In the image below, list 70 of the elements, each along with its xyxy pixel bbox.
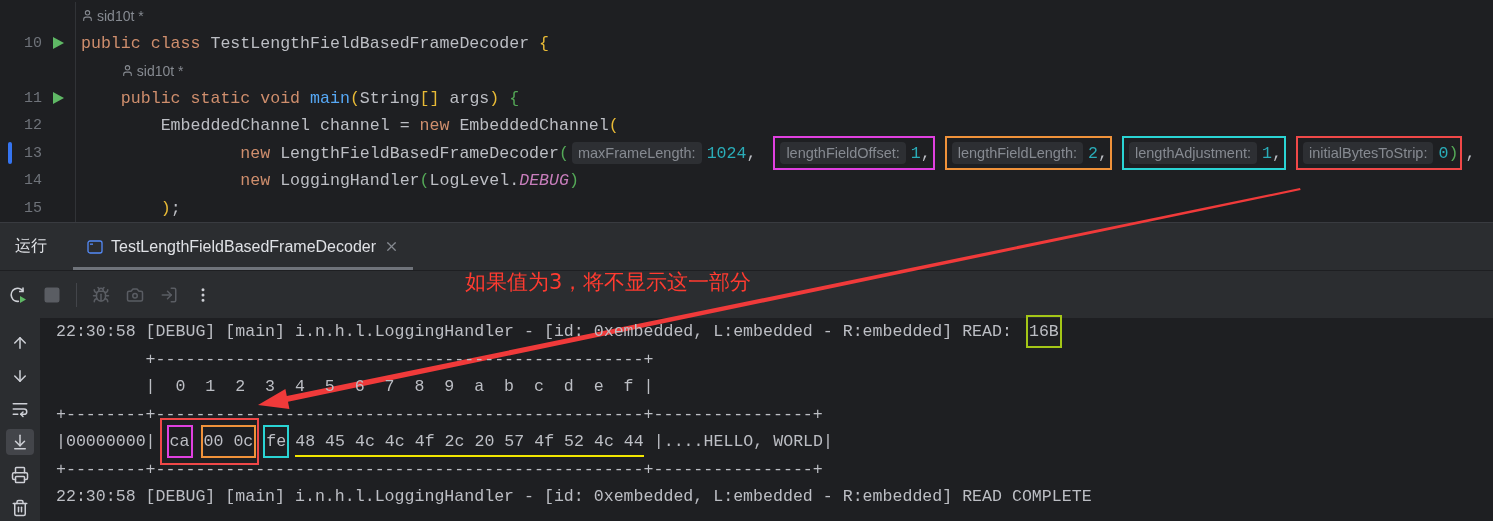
code-bracket: (: [349, 88, 360, 108]
code-text: DEBUG: [519, 171, 569, 191]
code-text: EmbeddedChannel channel =: [159, 116, 411, 136]
console-text: +--------+-------------------------------------------------+----------------+: [56, 459, 823, 479]
author-hint[interactable]: sid10t *: [120, 62, 184, 79]
author-hint[interactable]: sid10t *: [81, 7, 144, 24]
code-text: ,: [746, 143, 758, 163]
line-number: 13: [23, 144, 42, 162]
parameter-hint: lengthFieldOffset:: [780, 142, 906, 165]
code-text: ,: [1465, 143, 1476, 163]
highlighted-bytes: ca: [166, 425, 193, 459]
scroll-to-end-icon[interactable]: [6, 429, 34, 455]
console-text: +--------+-------------------------------------------------+----------------+: [56, 404, 823, 424]
panel-title: 运行: [14, 236, 48, 256]
code-text: LoggingHandler: [279, 171, 420, 191]
code-bracket: ): [159, 198, 171, 218]
line-number: 11: [23, 89, 42, 107]
code-text: 2: [1088, 143, 1098, 163]
code-text: 1024: [706, 143, 747, 163]
code-text: args: [448, 88, 490, 108]
highlighted-bytes: fe: [263, 425, 290, 459]
code-text: EmbeddedChannel: [458, 116, 609, 136]
console-text: |....HELLO, WORLD|: [652, 432, 833, 452]
code-text: TestLengthFieldBasedFrameDecoder: [210, 33, 531, 53]
parameter-hint: lengthAdjustment:: [1129, 142, 1258, 165]
parameter-hint: lengthFieldLength:: [951, 142, 1084, 165]
line-number: 15: [23, 199, 42, 217]
console-text: 22:30:58 [DEBUG] [main] i.n.h.l.LoggingHandler - [id: 0xembedded, L:embedded - R:embedded] READ COMPLETE: [56, 487, 1092, 507]
person-icon: [81, 9, 94, 23]
code-keyword: public static void: [119, 88, 302, 108]
code-text: 1: [910, 143, 921, 163]
code-text: 0: [1438, 143, 1449, 163]
parameter-hint: initialBytesToStrip:: [1303, 142, 1434, 165]
code-bracket: (: [608, 116, 619, 136]
code-text: main: [310, 88, 350, 108]
code-keyword: new: [239, 143, 271, 163]
code-text: ,: [1098, 143, 1108, 163]
console-text: |00000000|: [56, 432, 156, 452]
code-text: ;: [170, 198, 181, 218]
person-icon: [120, 64, 134, 78]
change-marker[interactable]: [8, 142, 12, 165]
code-text: String: [359, 88, 420, 108]
code-text: 1: [1262, 143, 1273, 163]
console-icon: [87, 238, 103, 255]
code-bracket: []: [419, 88, 440, 108]
code-bracket: (: [559, 143, 569, 163]
highlighted-bytes: 00 0c: [200, 425, 257, 459]
code-keyword: new: [239, 171, 271, 191]
run-tab[interactable]: TestLengthFieldBasedFrameDecoder: [73, 223, 414, 270]
line-number: 14: [23, 172, 42, 190]
highlighted-bytes: 16B: [1025, 315, 1062, 349]
code-bracket: ): [568, 171, 579, 191]
code-text: LogLevel.: [429, 171, 520, 191]
annotation-note: 如果值为3，将不显示这一部分: [465, 269, 752, 296]
code-bracket: {: [508, 88, 520, 108]
line-number: 10: [23, 34, 42, 52]
code-keyword: new: [419, 116, 450, 136]
code-bracket: {: [539, 33, 550, 53]
code-text: ,: [920, 143, 931, 163]
parameter-hint: maxFrameLength:: [571, 142, 702, 165]
code-text: LengthFieldBasedFrameDecoder: [279, 143, 559, 163]
code-keyword: public class: [81, 33, 202, 53]
code-bracket: ): [489, 88, 500, 108]
line-number: 12: [23, 117, 42, 135]
run-icon[interactable]: [52, 91, 65, 106]
code-text: ,: [1272, 143, 1282, 163]
code-bracket: ): [1448, 143, 1459, 163]
underlined-bytes: 48 45 4c 4c 4f 2c 20 57 4f 52 4c 44: [295, 432, 644, 458]
run-icon[interactable]: [52, 36, 65, 51]
code-bracket: (: [419, 171, 430, 191]
